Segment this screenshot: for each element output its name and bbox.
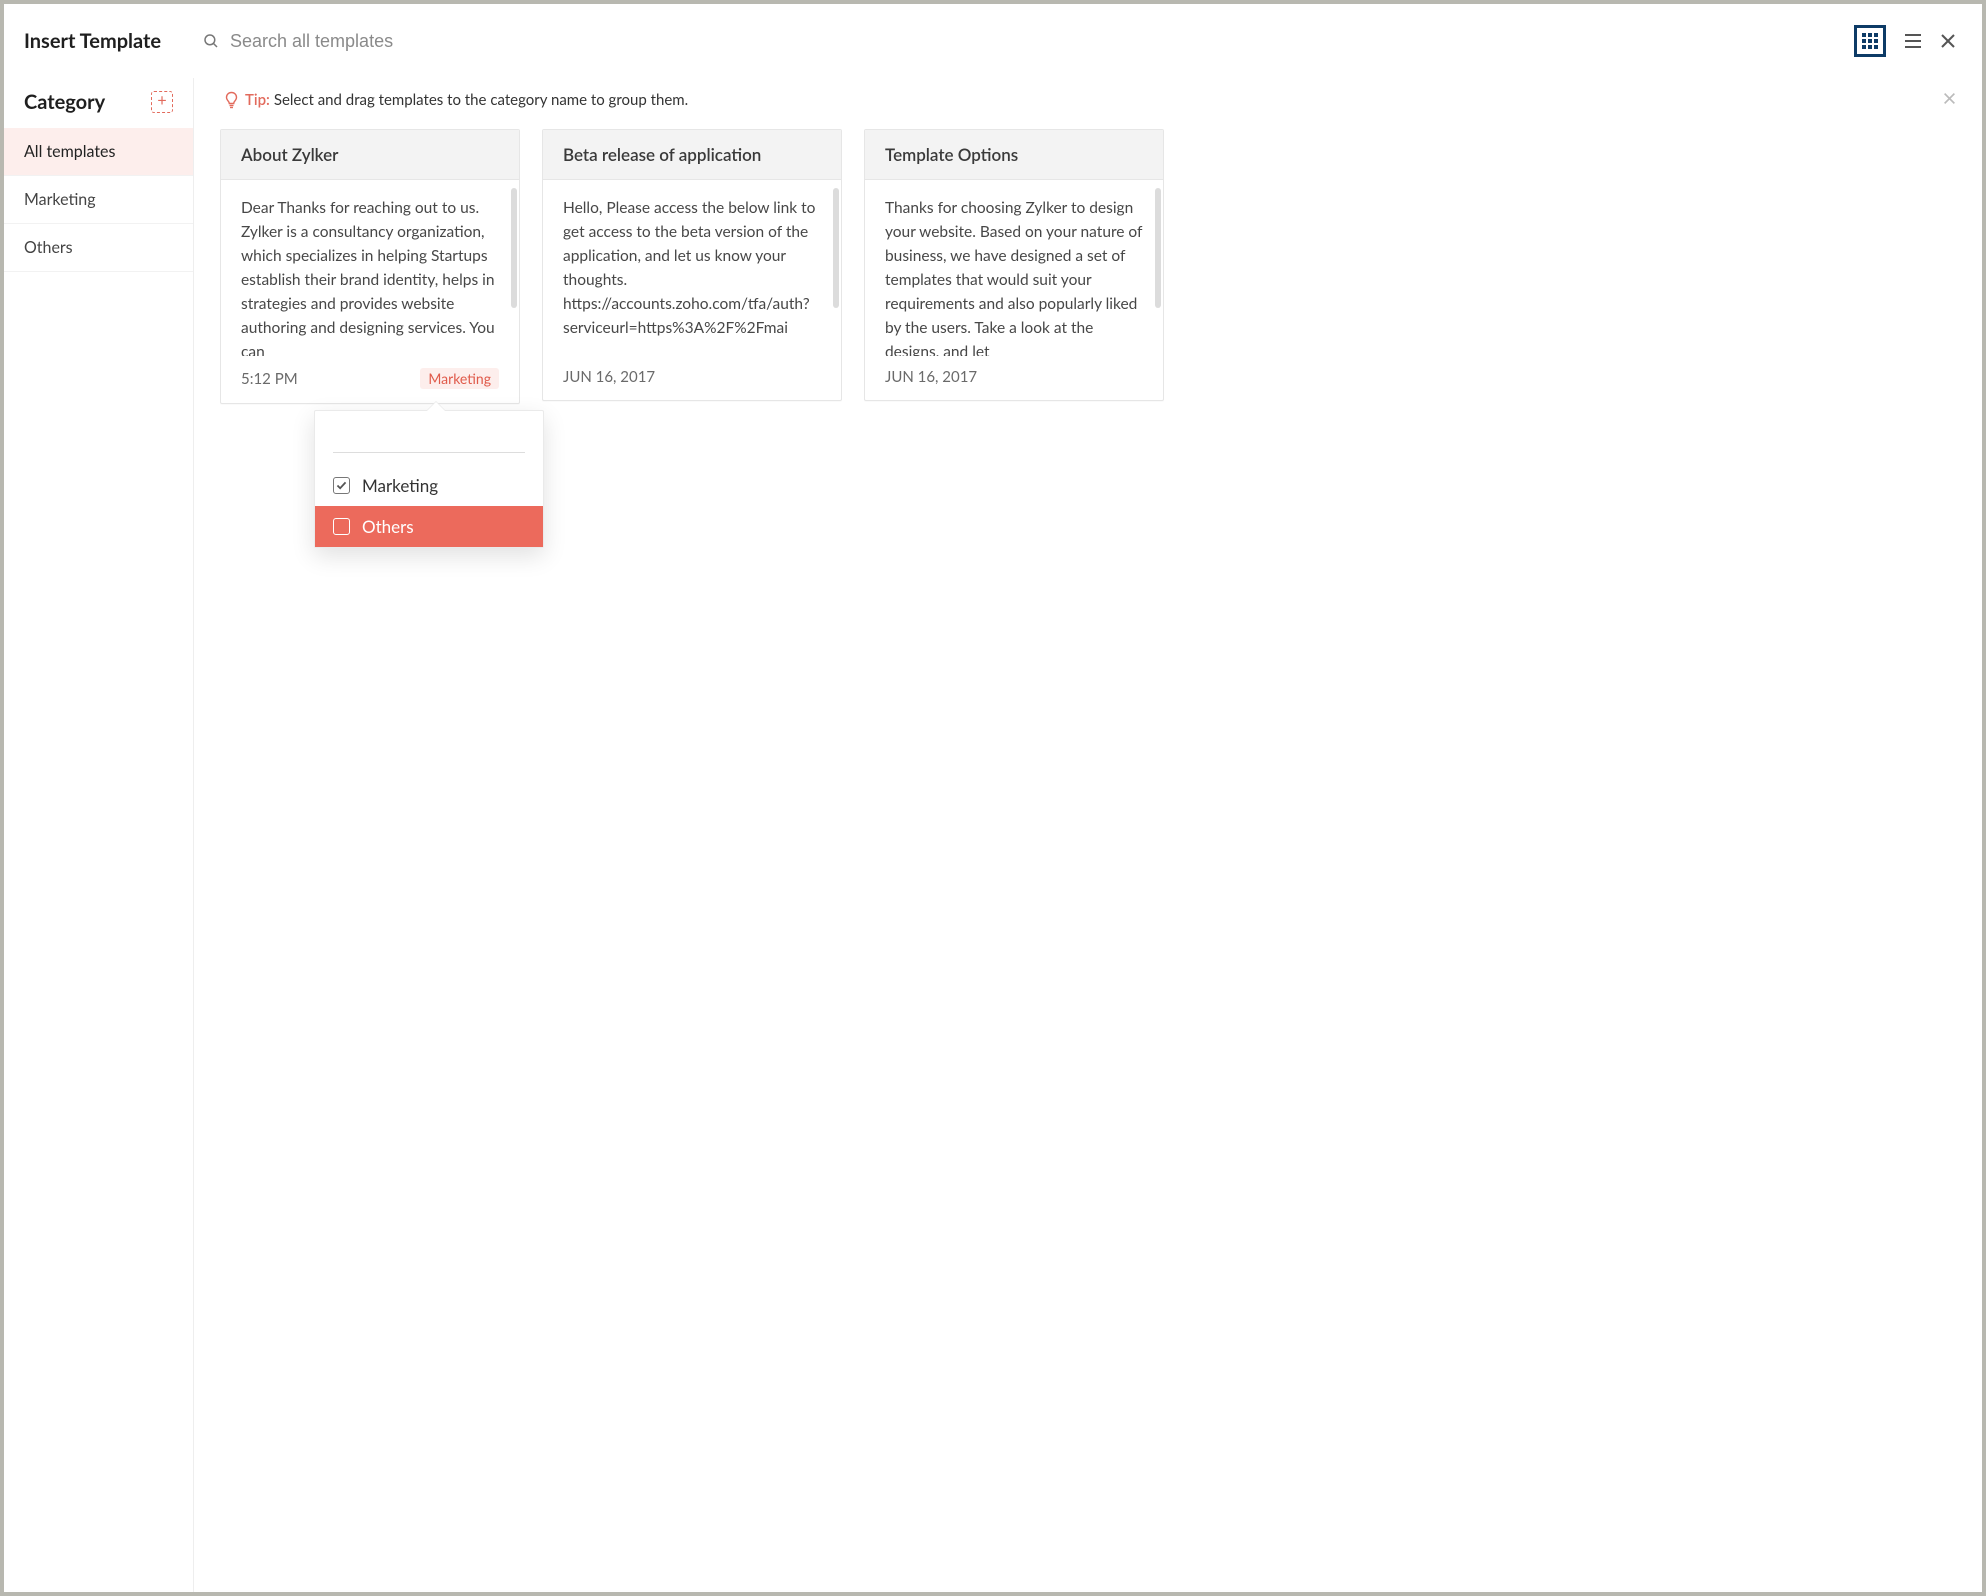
template-card-footer: JUN 16, 2017: [543, 356, 841, 400]
insert-template-dialog: Insert Template: [4, 4, 1982, 1592]
dialog-body: Category + All templates Marketing Other…: [4, 78, 1982, 1592]
popover-option-marketing[interactable]: Marketing: [315, 465, 543, 506]
add-category-button[interactable]: +: [151, 91, 173, 113]
dialog-title-area: Insert Template: [4, 4, 194, 78]
category-sidebar: Category + All templates Marketing Other…: [4, 78, 194, 1592]
sidebar-item-marketing[interactable]: Marketing: [4, 176, 193, 224]
list-view-button[interactable]: [1904, 33, 1922, 49]
template-card[interactable]: About Zylker Dear Thanks for reaching ou…: [220, 129, 520, 404]
tip-label: Tip:: [245, 91, 270, 109]
tip-bar: Tip: Select and drag templates to the ca…: [194, 78, 1982, 121]
template-card-tag[interactable]: Marketing: [420, 368, 499, 389]
card-scrollbar[interactable]: [1155, 188, 1161, 308]
dialog-title: Insert Template: [24, 29, 161, 53]
sidebar-item-others[interactable]: Others: [4, 224, 193, 272]
tip-close-button[interactable]: [1943, 90, 1956, 109]
popover-option-label: Others: [362, 516, 414, 537]
template-card-time: JUN 16, 2017: [885, 368, 977, 386]
sidebar-item-all-templates[interactable]: All templates: [4, 128, 193, 176]
template-card-body: Thanks for choosing Zylker to design you…: [865, 180, 1163, 356]
tip-icon: [224, 91, 239, 109]
template-card-body: Dear Thanks for reaching out to us. Zylk…: [221, 180, 519, 356]
tip-text: Select and drag templates to the categor…: [274, 91, 688, 109]
category-popover: Marketing Others: [314, 410, 544, 548]
checkbox-empty-icon: [333, 518, 350, 535]
template-card-body: Hello, Please access the below link to g…: [543, 180, 841, 356]
grid-view-button[interactable]: [1854, 25, 1886, 57]
template-card[interactable]: Template Options Thanks for choosing Zyl…: [864, 129, 1164, 401]
template-cards: About Zylker Dear Thanks for reaching ou…: [194, 121, 1982, 404]
popover-option-label: Marketing: [362, 475, 438, 496]
template-card-title: Template Options: [865, 130, 1163, 180]
popover-input-wrap: [333, 425, 525, 453]
topbar: Insert Template: [4, 4, 1982, 78]
template-card-footer: 5:12 PM Marketing: [221, 356, 519, 403]
card-scrollbar[interactable]: [511, 188, 517, 308]
card-scrollbar[interactable]: [833, 188, 839, 308]
template-card-title: About Zylker: [221, 130, 519, 180]
template-card-footer: JUN 16, 2017: [865, 356, 1163, 400]
category-heading: Category: [24, 90, 105, 114]
category-header: Category +: [4, 78, 193, 128]
popover-option-others[interactable]: Others: [315, 506, 543, 547]
popover-search-input[interactable]: [333, 425, 525, 453]
topbar-actions: [1854, 25, 1982, 57]
main-panel: Tip: Select and drag templates to the ca…: [194, 78, 1982, 1592]
search-area: [194, 31, 1854, 52]
close-dialog-button[interactable]: [1940, 33, 1956, 49]
template-card-title: Beta release of application: [543, 130, 841, 180]
template-card-time: 5:12 PM: [241, 370, 298, 388]
template-card-time: JUN 16, 2017: [563, 368, 655, 386]
search-input[interactable]: [230, 31, 1846, 52]
checkbox-checked-icon: [333, 477, 350, 494]
template-card[interactable]: Beta release of application Hello, Pleas…: [542, 129, 842, 401]
search-icon: [202, 32, 220, 50]
